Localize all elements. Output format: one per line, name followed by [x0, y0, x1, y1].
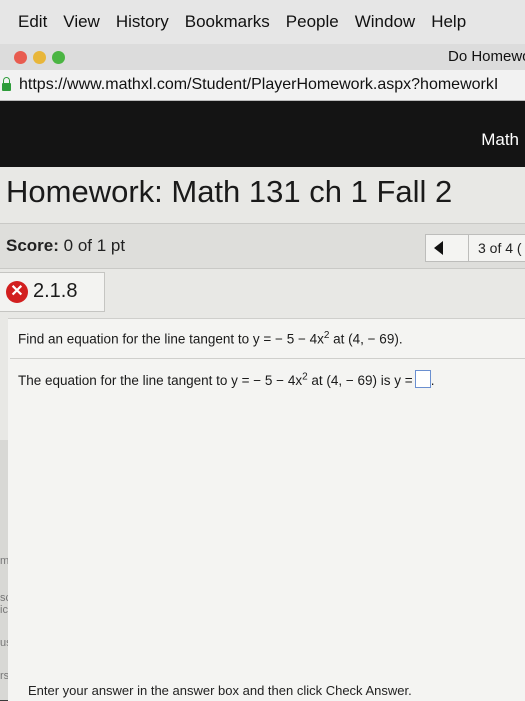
close-window-button[interactable] [14, 51, 27, 64]
answer-text-end: at (4, − 69) is y = [307, 373, 413, 388]
url-text[interactable]: https://www.mathxl.com/Student/PlayerHom… [19, 76, 498, 94]
question-count[interactable]: 3 of 4 ( [478, 240, 522, 256]
incorrect-x-icon: ✕ [6, 281, 28, 303]
address-bar[interactable]: https://www.mathxl.com/Student/PlayerHom… [0, 70, 525, 101]
navigator-divider [468, 234, 469, 262]
instructions-text: Enter your answer in the answer box and … [28, 683, 412, 698]
score-value: 0 of 1 pt [63, 236, 126, 255]
left-edge-fragment: ic [0, 604, 8, 616]
score-label: Score: [6, 236, 59, 255]
menu-people[interactable]: People [286, 12, 339, 32]
tab-homework[interactable]: Do Homewo [448, 48, 525, 65]
menu-bookmarks[interactable]: Bookmarks [185, 12, 270, 32]
prompt-divider [10, 358, 525, 359]
math-nav-link[interactable]: Math [481, 130, 519, 150]
menu-help[interactable]: Help [431, 12, 466, 32]
previous-question-icon[interactable] [434, 241, 443, 255]
left-panel-edge [0, 440, 8, 700]
page-title: Homework: Math 131 ch 1 Fall 2 [6, 174, 453, 209]
menu-history[interactable]: History [116, 12, 169, 32]
answer-text: The equation for the line tangent to y =… [18, 373, 303, 388]
prompt-point: at (4, − 69). [329, 331, 403, 347]
answer-line: The equation for the line tangent to y =… [18, 370, 434, 388]
menu-window[interactable]: Window [355, 12, 415, 32]
answer-input[interactable] [414, 370, 431, 388]
answer-period: . [430, 373, 435, 388]
site-header [0, 101, 525, 167]
tab-row: Do Homewo [0, 44, 525, 70]
lock-icon [2, 77, 11, 91]
menu-view[interactable]: View [63, 12, 100, 32]
menu-bar: Edit View History Bookmarks People Windo… [0, 0, 525, 44]
score-display: Score: 0 of 1 pt [6, 236, 125, 256]
menu-edit[interactable]: Edit [18, 12, 47, 32]
prompt-text: Find an equation for the line tangent to… [18, 331, 324, 347]
zoom-window-button[interactable] [52, 51, 65, 64]
question-number: 2.1.8 [33, 280, 78, 302]
minimize-window-button[interactable] [33, 51, 46, 64]
question-prompt: Find an equation for the line tangent to… [18, 330, 403, 347]
